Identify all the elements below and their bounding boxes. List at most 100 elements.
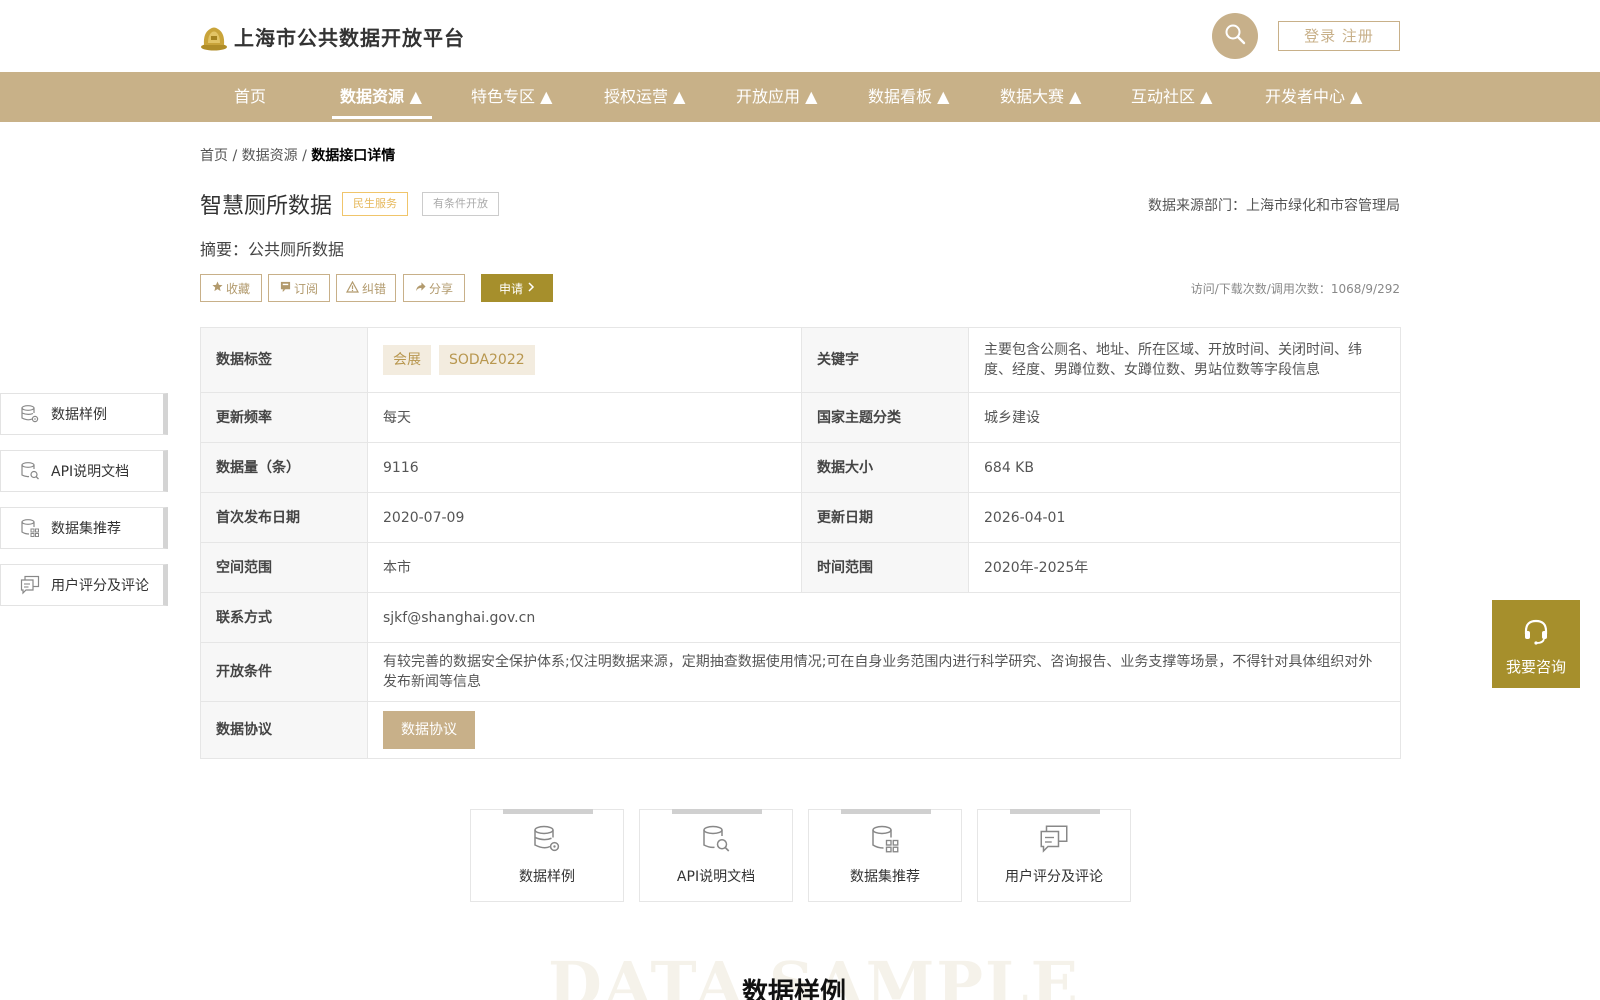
label-theme: 国家主题分类: [801, 392, 969, 443]
card-label: API说明文档: [676, 869, 756, 885]
nav-active-indicator: [332, 116, 432, 119]
main-nav: 首页 数据资源 ▲ 特色专区 ▲ 授权运营 ▲ 开放应用 ▲ 数据看板 ▲ 数据…: [0, 72, 1600, 122]
card-top-bar: [841, 809, 931, 814]
card-label: 数据样例: [519, 869, 575, 885]
nav-item-authorized-operation[interactable]: 授权运营 ▲: [604, 72, 685, 122]
label-condition: 开放条件: [200, 642, 368, 702]
site-title: 上海市公共数据开放平台: [234, 26, 465, 50]
dataset-summary: 摘要：公共厕所数据: [200, 240, 345, 259]
site-header: 上海市公共数据开放平台 登录 注册: [0, 0, 1600, 72]
subscribe-label: 订阅: [293, 281, 318, 296]
card-data-sample[interactable]: 数据样例: [470, 809, 624, 902]
subscribe-button[interactable]: 订阅: [268, 274, 330, 302]
side-nav-label: 数据样例: [51, 407, 107, 423]
nav-item-data-dashboard[interactable]: 数据看板 ▲: [868, 72, 949, 122]
label-frequency: 更新频率: [200, 392, 368, 443]
breadcrumb-home[interactable]: 首页: [200, 148, 228, 164]
table-row: 数据量（条） 9116 数据大小 684 KB: [200, 442, 1401, 493]
side-nav-label: 用户评分及评论: [51, 578, 149, 594]
dataset-info-table: 数据标签 会展 SODA2022 关键字 主要包含公厕名、地址、所在区域、开放时间…: [200, 327, 1401, 759]
database-gear-icon: [532, 823, 562, 859]
search-button[interactable]: [1212, 13, 1258, 59]
breadcrumb-section[interactable]: 数据资源: [242, 148, 298, 164]
label-space: 空间范围: [200, 542, 368, 593]
value-size: 684 KB: [968, 442, 1401, 493]
nav-item-data-resources[interactable]: 数据资源 ▲: [340, 72, 422, 122]
search-icon: [1224, 23, 1246, 49]
label-keywords: 关键字: [801, 327, 969, 393]
nav-item-special-zone[interactable]: 特色专区 ▲: [471, 72, 552, 122]
nav-item-home[interactable]: 首页: [234, 72, 266, 122]
report-error-button[interactable]: 纠错: [336, 274, 396, 302]
card-top-bar: [1010, 809, 1100, 814]
side-nav-api-docs[interactable]: API说明文档: [0, 450, 168, 492]
label-updated: 更新日期: [801, 492, 969, 543]
side-nav-user-reviews[interactable]: 用户评分及评论: [0, 564, 168, 606]
report-error-label: 纠错: [361, 281, 386, 296]
label-count: 数据量（条）: [200, 442, 368, 493]
star-icon: [212, 281, 223, 295]
table-row: 数据协议 数据协议: [200, 701, 1401, 759]
dataset-title: 智慧厕所数据: [200, 194, 333, 219]
category-tag: 民生服务: [342, 192, 408, 216]
table-row: 联系方式 sjkf@shanghai.gov.cn: [200, 592, 1401, 643]
share-button[interactable]: 分享: [403, 274, 465, 302]
database-gear-icon: [19, 403, 41, 425]
nav-item-developer-center[interactable]: 开发者中心 ▲: [1265, 72, 1362, 122]
card-label: 用户评分及评论: [1005, 869, 1103, 885]
login-register-button[interactable]: 登录 注册: [1278, 21, 1400, 51]
value-space: 本市: [367, 542, 802, 593]
data-protocol-button[interactable]: 数据协议: [383, 711, 475, 749]
bookmark-icon: [280, 281, 291, 295]
label-size: 数据大小: [801, 442, 969, 493]
table-row: 开放条件 有较完善的数据安全保护体系;仅注明数据来源，定期抽查数据使用情况;可在…: [200, 642, 1401, 702]
label-time: 时间范围: [801, 542, 969, 593]
protocol-cell: 数据协议: [367, 701, 1401, 759]
nav-item-open-apps[interactable]: 开放应用 ▲: [736, 72, 817, 122]
document-search-icon: [701, 823, 731, 859]
tag-chip[interactable]: 会展: [383, 345, 431, 375]
label-contact: 联系方式: [200, 592, 368, 643]
warning-icon: [345, 280, 359, 296]
card-user-reviews[interactable]: 用户评分及评论: [977, 809, 1131, 902]
access-download-call-counts: 访问/下载次数/调用次数：1068/9/292: [1190, 282, 1400, 296]
open-level-tag: 有条件开放: [422, 192, 499, 216]
nav-item-community[interactable]: 互动社区 ▲: [1131, 72, 1212, 122]
site-logo[interactable]: 上海市公共数据开放平台: [200, 22, 465, 51]
value-theme: 城乡建设: [968, 392, 1401, 443]
breadcrumb: 首页 / 数据资源 / 数据接口详情: [200, 145, 395, 165]
nav-item-data-contest[interactable]: 数据大赛 ▲: [1000, 72, 1081, 122]
document-search-icon: [19, 460, 41, 482]
card-dataset-recommend[interactable]: 数据集推荐: [808, 809, 962, 902]
label-protocol: 数据协议: [200, 701, 368, 759]
value-contact: sjkf@shanghai.gov.cn: [367, 592, 1401, 643]
breadcrumb-separator: /: [297, 148, 312, 164]
apply-button[interactable]: 申请: [481, 274, 553, 302]
side-nav-dataset-recommend[interactable]: 数据集推荐: [0, 507, 168, 549]
card-top-bar: [503, 809, 593, 814]
tag-chip[interactable]: SODA2022: [439, 345, 535, 375]
label-tags: 数据标签: [200, 327, 368, 393]
label-first-release: 首次发布日期: [200, 492, 368, 543]
side-nav-data-sample[interactable]: 数据样例: [0, 393, 168, 435]
value-keywords: 主要包含公厕名、地址、所在区域、开放时间、关闭时间、纬度、经度、男蹲位数、女蹲位…: [968, 327, 1401, 393]
chevron-right-icon: [527, 281, 535, 295]
card-top-bar: [672, 809, 762, 814]
value-time: 2020年-2025年: [968, 542, 1401, 593]
table-row: 更新频率 每天 国家主题分类 城乡建设: [200, 392, 1401, 443]
consult-button[interactable]: 我要咨询: [1492, 600, 1580, 688]
favorite-button[interactable]: 收藏: [200, 274, 262, 302]
database-grid-icon: [870, 823, 900, 859]
side-nav-label: 数据集推荐: [51, 521, 121, 537]
database-grid-icon: [19, 517, 41, 539]
card-api-docs[interactable]: API说明文档: [639, 809, 793, 902]
comment-icon: [1039, 823, 1069, 859]
value-first-release: 2020-07-09: [367, 492, 802, 543]
tag-chips: 会展 SODA2022: [367, 327, 802, 393]
headset-icon: [1522, 618, 1550, 650]
gold-seal-logo-icon: [200, 23, 228, 51]
share-icon: [415, 281, 426, 295]
table-row: 首次发布日期 2020-07-09 更新日期 2026-04-01: [200, 492, 1401, 543]
card-label: 数据集推荐: [850, 869, 920, 885]
value-count: 9116: [367, 442, 802, 493]
